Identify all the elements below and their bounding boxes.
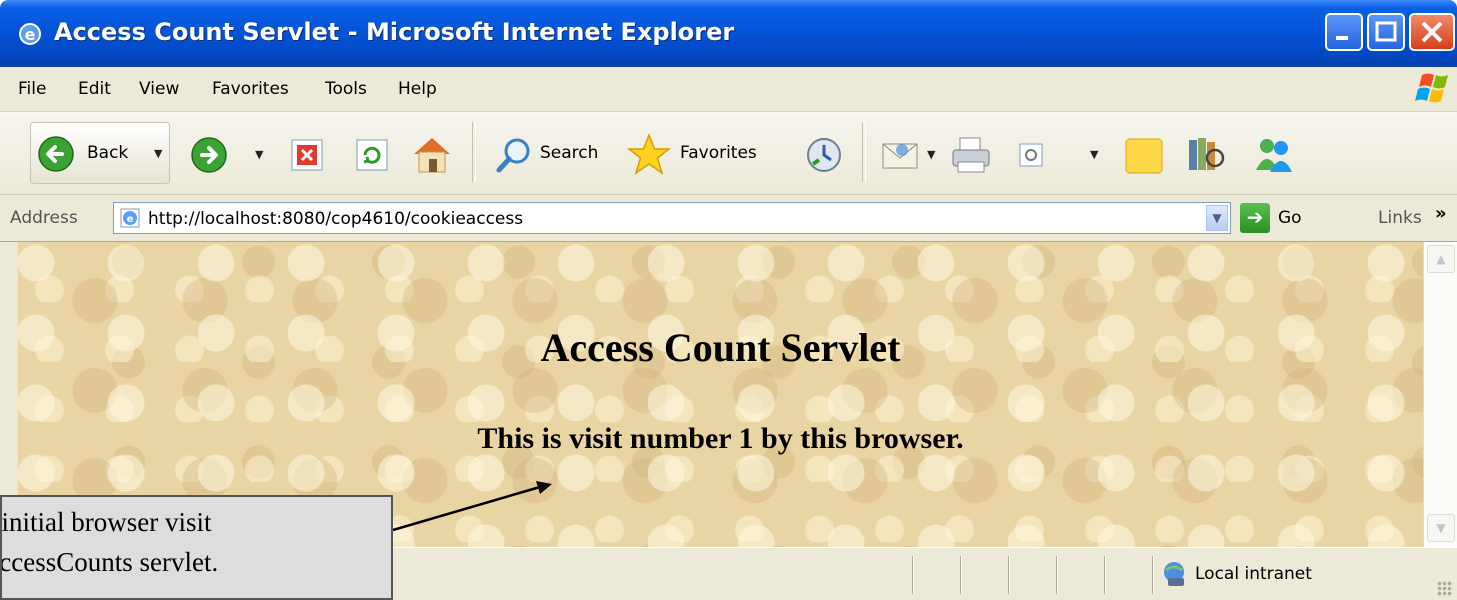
address-bar: Address e http://localhost:8080/cop4610/… xyxy=(0,195,1457,242)
callout-line-1: Results of initial browser visit xyxy=(1,507,212,537)
forward-dropdown-icon[interactable]: ▼ xyxy=(255,148,263,161)
close-button[interactable] xyxy=(1409,13,1455,51)
address-url: http://localhost:8080/cop4610/cookieacce… xyxy=(148,209,524,229)
security-zone-label: Local intranet xyxy=(1195,564,1312,584)
search-label[interactable]: Search xyxy=(540,143,598,163)
mail-icon[interactable] xyxy=(880,138,922,172)
back-button[interactable]: Back ▼ xyxy=(30,122,170,184)
links-button[interactable]: Links xyxy=(1378,208,1422,228)
status-separator xyxy=(1056,556,1058,594)
research-icon[interactable] xyxy=(1185,134,1229,176)
stop-icon[interactable] xyxy=(290,138,324,172)
search-icon[interactable] xyxy=(495,136,533,174)
callout-line-2: to ClientAccessCounts servlet. xyxy=(0,547,219,577)
menu-view[interactable]: View xyxy=(139,79,179,99)
page-heading: Access Count Servlet xyxy=(540,325,901,370)
svg-text:e: e xyxy=(127,214,134,225)
menu-file[interactable]: File xyxy=(18,79,46,99)
vertical-scrollbar[interactable]: ▲ ▼ xyxy=(1423,242,1457,547)
maximize-button[interactable] xyxy=(1367,13,1405,51)
status-separator xyxy=(1152,556,1154,594)
status-separator xyxy=(1008,556,1010,594)
status-separator xyxy=(960,556,962,594)
messenger-icon[interactable] xyxy=(1252,134,1296,176)
close-icon xyxy=(1421,21,1443,43)
back-arrow-icon xyxy=(38,136,74,172)
favorites-label[interactable]: Favorites xyxy=(680,143,757,163)
scroll-up-icon[interactable]: ▲ xyxy=(1427,245,1455,273)
back-label: Back xyxy=(87,143,129,163)
svg-text:e: e xyxy=(25,25,36,44)
minimize-button[interactable] xyxy=(1325,13,1363,51)
resize-grip-icon[interactable] xyxy=(1437,581,1453,597)
mail-dropdown-icon[interactable]: ▼ xyxy=(927,148,935,161)
favorites-star-icon[interactable] xyxy=(626,132,672,178)
address-label: Address xyxy=(10,208,78,228)
menu-help[interactable]: Help xyxy=(398,79,437,99)
scroll-down-icon[interactable]: ▼ xyxy=(1427,514,1455,542)
page-message: This is visit number 1 by this browser. xyxy=(477,422,964,455)
edit-page-icon[interactable] xyxy=(1018,142,1046,170)
chevron-right-icon[interactable]: » xyxy=(1435,203,1447,224)
status-separator xyxy=(1104,556,1106,594)
ie-logo-icon: e xyxy=(19,23,41,45)
discuss-note-icon[interactable] xyxy=(1123,136,1167,176)
address-dropdown-icon[interactable]: ▼ xyxy=(1206,205,1228,231)
windows-logo-icon xyxy=(1392,69,1457,109)
home-icon[interactable] xyxy=(410,134,454,174)
toolbar-separator xyxy=(862,122,866,182)
address-input[interactable]: e http://localhost:8080/cop4610/cookieac… xyxy=(113,202,1231,234)
minimize-icon xyxy=(1336,36,1348,40)
refresh-icon[interactable] xyxy=(355,138,389,172)
window-title: Access Count Servlet - Microsoft Interne… xyxy=(54,18,735,46)
edit-dropdown-icon[interactable]: ▼ xyxy=(1090,148,1098,161)
maximize-icon xyxy=(1375,21,1397,42)
menu-favorites[interactable]: Favorites xyxy=(212,79,289,99)
page-icon: e xyxy=(120,208,140,228)
menu-bar: File Edit View Favorites Tools Help xyxy=(0,67,1457,112)
title-bar[interactable]: e Access Count Servlet - Microsoft Inter… xyxy=(0,0,1457,67)
forward-arrow-icon[interactable] xyxy=(190,136,228,174)
callout-box: Results of initial browser visit to Clie… xyxy=(0,495,393,600)
history-icon[interactable] xyxy=(805,136,843,174)
back-dropdown-icon[interactable]: ▼ xyxy=(154,147,162,160)
menu-edit[interactable]: Edit xyxy=(78,79,111,99)
toolbar-separator xyxy=(472,122,476,182)
intranet-globe-icon xyxy=(1164,562,1184,586)
menu-tools[interactable]: Tools xyxy=(325,79,367,99)
go-arrow-icon[interactable]: ➔ xyxy=(1240,203,1270,233)
standard-toolbar: Back ▼ ▼ Search Favorites ▼ ▼ xyxy=(0,112,1457,195)
print-icon[interactable] xyxy=(950,136,994,176)
go-button[interactable]: Go xyxy=(1278,208,1302,228)
browser-window: e Access Count Servlet - Microsoft Inter… xyxy=(0,0,1457,600)
status-separator xyxy=(912,556,914,594)
